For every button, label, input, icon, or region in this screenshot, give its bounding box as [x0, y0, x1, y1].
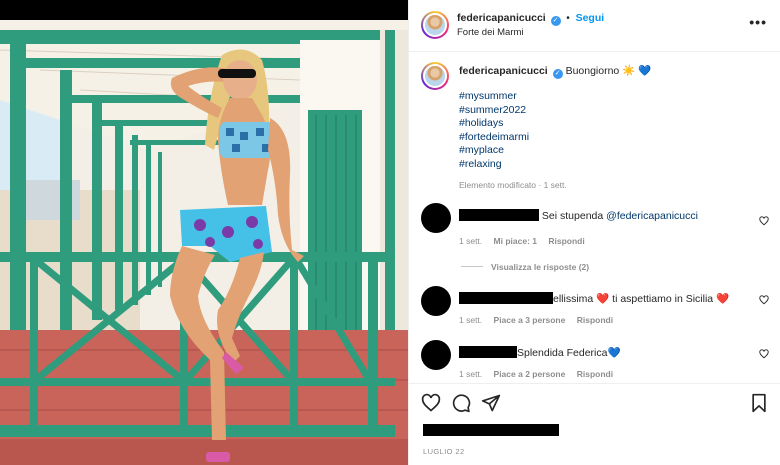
comment-likes[interactable]: Piace a 2 persone	[494, 369, 566, 379]
post-detail-panel: federicapanicucci ✓ • Segui Forte dei Ma…	[408, 0, 780, 465]
comment-time[interactable]: 1 sett.	[459, 369, 482, 379]
commenter-avatar[interactable]	[421, 340, 451, 370]
heart-icon[interactable]	[421, 393, 441, 413]
more-options-icon[interactable]: •••	[749, 14, 767, 30]
redacted-username	[459, 346, 517, 358]
commenter-avatar[interactable]	[421, 286, 451, 316]
follow-button[interactable]: Segui	[576, 12, 605, 24]
comment-time[interactable]: 1 sett.	[459, 315, 482, 325]
hashtag-link[interactable]: #relaxing	[459, 158, 529, 172]
view-replies-button[interactable]: Visualizza le risposte (2)	[461, 262, 589, 272]
bookmark-icon[interactable]	[749, 393, 769, 413]
beach-cabin-photo	[0, 0, 408, 465]
comment-icon[interactable]	[451, 393, 471, 413]
hashtag-link[interactable]: #fortedeimarmi	[459, 131, 529, 145]
comment-mention[interactable]: @federicapanicucci	[606, 210, 698, 222]
post-location[interactable]: Forte dei Marmi	[457, 27, 524, 38]
hashtag-list: #mysummer #summer2022 #holidays #fortede…	[459, 90, 529, 171]
reply-button[interactable]: Rispondi	[577, 369, 613, 379]
heart-icon[interactable]	[759, 349, 769, 359]
verified-badge-icon: ✓	[550, 16, 561, 26]
author-username[interactable]: federicapanicucci	[457, 12, 546, 24]
redacted-username	[459, 292, 553, 304]
reply-button[interactable]: Rispondi	[548, 236, 584, 246]
commenter-avatar[interactable]	[421, 203, 451, 233]
hashtag-link[interactable]: #summer2022	[459, 104, 529, 118]
action-bar	[409, 383, 780, 423]
comment-time[interactable]: 1 sett.	[459, 236, 482, 246]
redacted-username	[459, 209, 539, 221]
verified-badge-icon: ✓	[552, 69, 563, 79]
comment-likes[interactable]: Mi piace: 1	[494, 236, 537, 246]
separator-dot: •	[566, 13, 570, 24]
comment-text: Sei stupenda	[541, 210, 604, 222]
post-photo[interactable]	[0, 0, 408, 465]
photo-top-letterbox	[0, 0, 408, 20]
hashtag-link[interactable]: #myplace	[459, 144, 529, 158]
comment-text: Splendida Federica💙	[517, 347, 621, 359]
likes-summary[interactable]	[423, 424, 559, 437]
heart-icon[interactable]	[759, 295, 769, 305]
comment-likes[interactable]: Piace a 3 persone	[494, 315, 566, 325]
post-date[interactable]: LUGLIO 22	[423, 447, 465, 456]
edited-meta: Elemento modificato · 1 sett.	[459, 180, 567, 190]
caption-author-avatar[interactable]	[421, 62, 449, 90]
heart-icon[interactable]	[759, 216, 769, 226]
post-header: federicapanicucci ✓ • Segui Forte dei Ma…	[409, 0, 780, 52]
redacted-likes	[423, 424, 559, 436]
reply-button[interactable]: Rispondi	[577, 315, 613, 325]
author-avatar[interactable]	[421, 11, 449, 39]
comment-text: ellissima ❤️ ti aspettiamo in Sicilia ❤️	[553, 293, 730, 305]
share-icon[interactable]	[481, 393, 501, 413]
caption-author-username[interactable]: federicapanicucci	[459, 65, 548, 77]
hashtag-link[interactable]: #mysummer	[459, 90, 529, 104]
view-replies-label: Visualizza le risposte (2)	[491, 262, 590, 272]
replies-divider	[461, 266, 483, 267]
caption-text: Buongiorno ☀️ 💙	[565, 65, 652, 77]
hashtag-link[interactable]: #holidays	[459, 117, 529, 131]
